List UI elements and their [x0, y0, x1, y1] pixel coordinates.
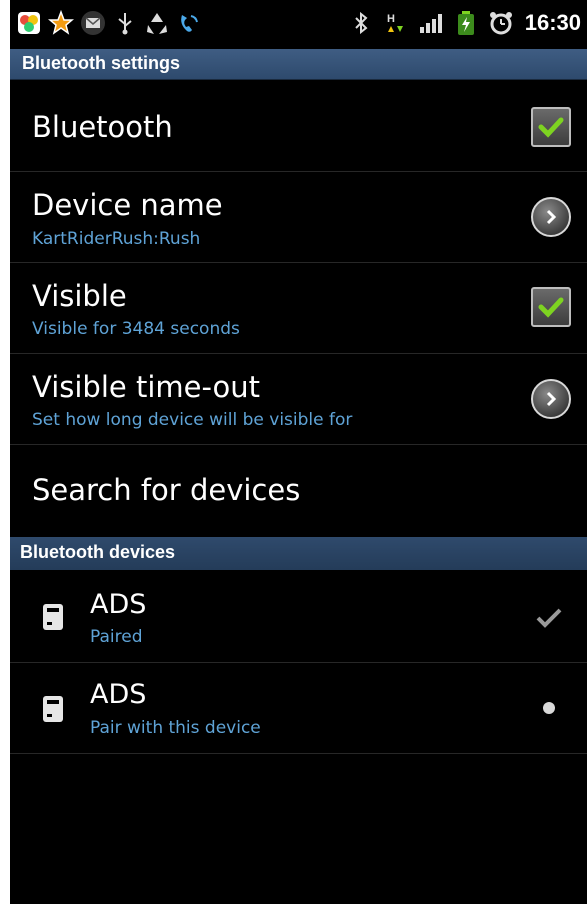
phone-call-icon — [176, 10, 202, 36]
mail-icon — [80, 10, 106, 36]
device-name-value: KartRiderRush:Rush — [32, 229, 201, 249]
star-icon — [48, 10, 74, 36]
visible-timeout-row[interactable]: Visible time-out Set how long device wil… — [10, 354, 587, 445]
device-row[interactable]: ADS Paired — [10, 571, 587, 663]
data-transfer-icon: H — [383, 10, 409, 36]
alarm-icon — [488, 10, 514, 36]
app-icon — [16, 10, 42, 36]
search-devices-label: Search for devices — [32, 473, 301, 507]
page-title: Bluetooth settings — [22, 53, 180, 73]
device-name: ADS — [90, 679, 147, 710]
chevron-right-icon[interactable] — [531, 379, 571, 419]
visible-summary: Visible for 3484 seconds — [32, 319, 240, 339]
visible-timeout-summary: Set how long device will be visible for — [32, 410, 353, 430]
chevron-right-icon[interactable] — [531, 197, 571, 237]
bluetooth-devices-header: Bluetooth devices — [10, 537, 587, 570]
device-name-row[interactable]: Device name KartRiderRush:Rush — [10, 172, 587, 263]
paired-check-icon — [536, 608, 562, 628]
signal-icon — [418, 10, 444, 36]
checkmark-icon — [538, 117, 564, 138]
device-name-label: Device name — [32, 188, 223, 222]
bluetooth-toggle-row[interactable]: Bluetooth — [10, 80, 587, 172]
phone-device-icon — [43, 604, 63, 630]
device-status: Pair with this device — [90, 718, 261, 738]
search-devices-row[interactable]: Search for devices — [10, 445, 587, 536]
visible-toggle-row[interactable]: Visible Visible for 3484 seconds — [10, 263, 587, 354]
title-bar: Bluetooth settings — [10, 49, 587, 80]
screen: H 16:30 Bluetooth settings Bluetooth Dev… — [10, 0, 587, 904]
phone-device-icon — [43, 696, 63, 722]
device-row[interactable]: ADS Pair with this device — [10, 663, 587, 754]
clock: 16:30 — [524, 10, 581, 35]
system-icons: H 16:30 — [348, 10, 581, 36]
visible-checkbox[interactable] — [531, 287, 571, 327]
bluetooth-icon — [348, 10, 374, 36]
section-title: Bluetooth devices — [20, 542, 176, 562]
bluetooth-checkbox[interactable] — [531, 107, 571, 147]
svg-text:H: H — [387, 13, 395, 25]
status-bar: H 16:30 — [10, 0, 587, 49]
visible-label: Visible — [32, 279, 127, 313]
battery-charging-icon — [453, 10, 479, 36]
bluetooth-label: Bluetooth — [32, 110, 173, 144]
device-status: Paired — [90, 627, 143, 647]
unpaired-dot-icon — [543, 702, 555, 714]
visible-timeout-label: Visible time-out — [32, 370, 260, 404]
device-name: ADS — [90, 589, 147, 620]
usb-icon — [112, 10, 138, 36]
checkmark-icon — [538, 297, 564, 318]
notification-icons — [16, 10, 202, 36]
recycle-icon — [144, 10, 170, 36]
